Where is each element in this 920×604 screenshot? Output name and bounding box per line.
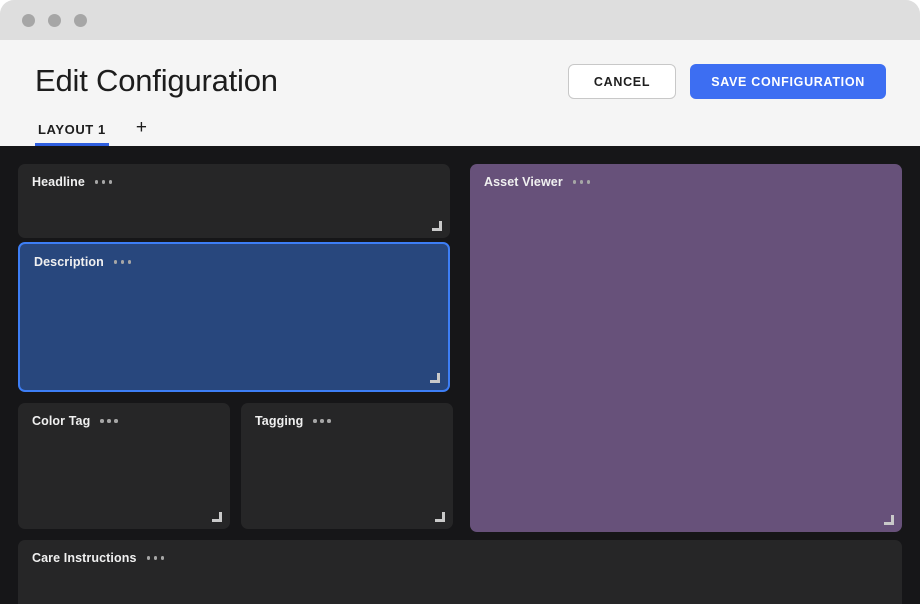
header-actions: CANCEL SAVE CONFIGURATION xyxy=(568,64,886,99)
layout-tabs: LAYOUT 1 + xyxy=(35,112,147,146)
window-titlebar xyxy=(0,0,920,40)
app-window: Edit Configuration CANCEL SAVE CONFIGURA… xyxy=(0,0,920,604)
card-options-icon[interactable] xyxy=(99,416,119,426)
card-options-icon[interactable] xyxy=(312,416,332,426)
add-tab-icon[interactable]: + xyxy=(136,118,147,146)
card-title: Headline xyxy=(32,175,85,189)
card-header: Care Instructions xyxy=(32,551,165,565)
page-title: Edit Configuration xyxy=(35,63,278,99)
resize-handle-icon[interactable] xyxy=(429,372,440,383)
resize-handle-icon[interactable] xyxy=(431,220,442,231)
card-options-icon[interactable] xyxy=(113,257,133,267)
card-title: Color Tag xyxy=(32,414,90,428)
page-header: Edit Configuration CANCEL SAVE CONFIGURA… xyxy=(0,40,920,146)
card-header: Headline xyxy=(32,175,113,189)
card-tagging[interactable]: Tagging xyxy=(241,403,453,529)
card-title: Asset Viewer xyxy=(484,175,563,189)
card-description[interactable]: Description xyxy=(18,242,450,392)
resize-handle-icon[interactable] xyxy=(883,514,894,525)
card-title: Care Instructions xyxy=(32,551,137,565)
cancel-button[interactable]: CANCEL xyxy=(568,64,676,99)
maximize-window-icon[interactable] xyxy=(74,14,87,27)
card-color-tag[interactable]: Color Tag xyxy=(18,403,230,529)
card-headline[interactable]: Headline xyxy=(18,164,450,238)
tab-layout-1[interactable]: LAYOUT 1 xyxy=(35,122,109,146)
card-title: Description xyxy=(34,255,104,269)
card-header: Color Tag xyxy=(32,414,119,428)
card-options-icon[interactable] xyxy=(146,553,166,563)
close-window-icon[interactable] xyxy=(22,14,35,27)
layout-canvas[interactable]: Headline Description Color Tag Tagging xyxy=(0,146,920,604)
card-title: Tagging xyxy=(255,414,303,428)
card-options-icon[interactable] xyxy=(572,177,592,187)
card-care-instructions[interactable]: Care Instructions xyxy=(18,540,902,604)
card-header: Description xyxy=(34,255,132,269)
resize-handle-icon[interactable] xyxy=(211,511,222,522)
save-configuration-button[interactable]: SAVE CONFIGURATION xyxy=(690,64,886,99)
card-asset-viewer[interactable]: Asset Viewer xyxy=(470,164,902,532)
minimize-window-icon[interactable] xyxy=(48,14,61,27)
resize-handle-icon[interactable] xyxy=(434,511,445,522)
card-header: Tagging xyxy=(255,414,332,428)
card-header: Asset Viewer xyxy=(484,175,591,189)
card-options-icon[interactable] xyxy=(94,177,114,187)
